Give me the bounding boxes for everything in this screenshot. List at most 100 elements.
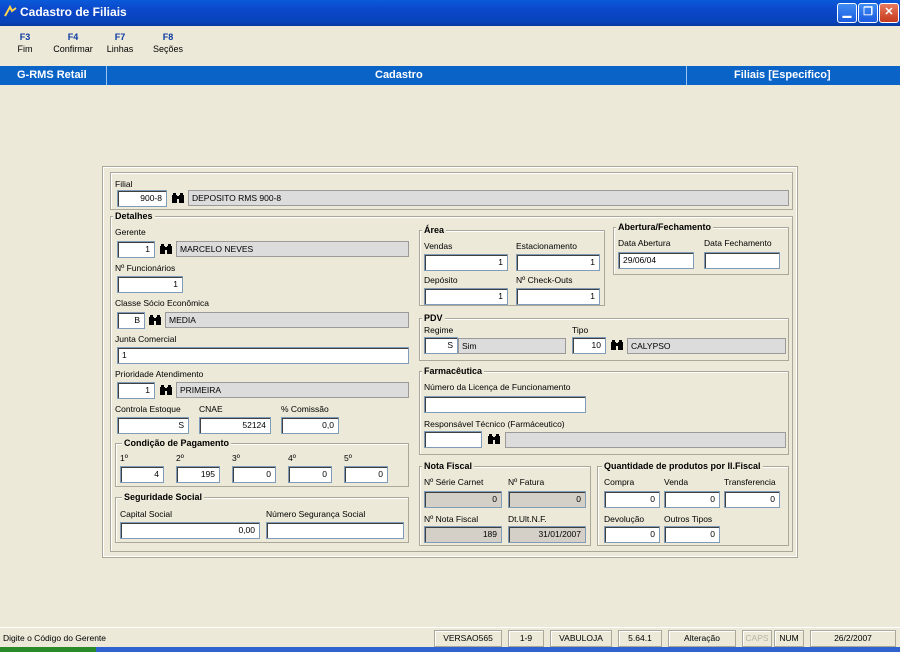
fkey-label: F4 (67, 32, 79, 42)
venda-input[interactable]: 0 (664, 491, 720, 508)
header-bar: G-RMS Retail Cadastro Filiais [Especific… (0, 66, 900, 85)
funcionarios-label: Nº Funcionários (115, 263, 176, 273)
outros-tipos-input[interactable]: 0 (664, 526, 720, 543)
fatura-label: Nº Fatura (508, 477, 545, 487)
responsavel-description (505, 432, 786, 448)
parcela-5-input[interactable]: 0 (344, 466, 388, 483)
section-name: Cadastro (375, 69, 423, 81)
status-range: 1-9 (508, 630, 544, 647)
parcela-3-input[interactable]: 0 (232, 466, 276, 483)
devolucao-input[interactable]: 0 (604, 526, 660, 543)
capital-label: Capital Social (120, 509, 172, 519)
area-estacionamento-input[interactable]: 1 (516, 254, 600, 271)
prioridade-code-input[interactable]: 1 (117, 382, 155, 399)
deposito-label: Depósito (424, 275, 458, 285)
capital-social-input[interactable]: 0,00 (120, 522, 260, 539)
data-fechamento-label: Data Fechamento (704, 238, 772, 248)
estoque-label: Controla Estoque (115, 404, 181, 414)
gerente-code-input[interactable]: 1 (117, 241, 155, 258)
devolucao-label: Devolução (604, 514, 645, 524)
binoculars-search-icon[interactable] (486, 431, 502, 447)
app-icon (4, 4, 17, 18)
fkey-label: F8 (162, 32, 174, 42)
secoes-button[interactable]: F8 Seções (150, 32, 186, 54)
app-name: G-RMS Retail (17, 69, 87, 81)
dt-ult-nf-label: Dt.Ult.N.F. (508, 514, 547, 524)
data-abertura-input[interactable]: 29/06/04 (618, 252, 694, 269)
parcela-2-input[interactable]: 195 (176, 466, 220, 483)
compra-input[interactable]: 0 (604, 491, 660, 508)
regime-code-input[interactable]: S (424, 337, 458, 354)
parcela-label: 2º (176, 453, 184, 463)
responsavel-label: Responsável Técnico (Farmáceutico) (424, 419, 565, 429)
area-group: Área Vendas 1 Estacionamento 1 Depósito … (419, 225, 605, 306)
transferencia-input[interactable]: 0 (724, 491, 780, 508)
gerente-description: MARCELO NEVES (176, 241, 409, 257)
fkey-label: F3 (19, 32, 31, 42)
status-mode: Alteração (668, 630, 736, 647)
vendas-label: Vendas (424, 241, 453, 251)
serie-carnet-label: Nº Série Carnet (424, 477, 484, 487)
restore-icon[interactable]: ❐ (858, 3, 878, 23)
minimize-icon[interactable]: ▁ (837, 3, 857, 23)
data-fechamento-input[interactable] (704, 252, 780, 269)
parcela-1-input[interactable]: 4 (120, 466, 164, 483)
area-vendas-input[interactable]: 1 (424, 254, 508, 271)
detalhes-group: Detalhes Gerente 1 MARCELO NEVES Nº Func… (110, 211, 793, 552)
checkouts-input[interactable]: 1 (516, 288, 600, 305)
compra-label: Compra (604, 477, 635, 487)
main-form-panel: Filial 900-8 DEPOSITO RMS 900-8 Detalhes… (102, 166, 798, 558)
licenca-input[interactable] (424, 396, 586, 413)
farmaceutica-group: Farmacêutica Número da Licença de Funcio… (419, 366, 789, 455)
prioridade-description: PRIMEIRA (176, 382, 409, 398)
data-abertura-label: Data Abertura (618, 238, 671, 248)
linhas-button[interactable]: F7 Linhas (102, 32, 138, 54)
tipo-code-input[interactable]: 10 (572, 337, 606, 354)
confirmar-button[interactable]: F4 Confirmar (50, 32, 96, 54)
parcela-4-input[interactable]: 0 (288, 466, 332, 483)
cnae-input[interactable]: 52124 (199, 417, 271, 434)
comissao-input[interactable]: 0,0 (281, 417, 339, 434)
responsavel-code-input[interactable] (424, 431, 482, 448)
status-version: VERSAO565 (434, 630, 502, 647)
binoculars-search-icon[interactable] (170, 190, 186, 206)
junta-comercial-input[interactable]: 1 (117, 347, 409, 364)
checkouts-label: Nº Check-Outs (516, 275, 573, 285)
pdv-title: PDV (422, 313, 445, 323)
gerente-label: Gerente (115, 227, 146, 237)
numero-seguranca-input[interactable] (266, 522, 404, 539)
nota-fiscal-group: Nota Fiscal Nº Série Carnet 0 Nº Fatura … (419, 461, 591, 546)
venda-label: Venda (664, 477, 689, 487)
nota-fiscal-title: Nota Fiscal (422, 461, 475, 471)
divider (686, 66, 687, 85)
funcionarios-input[interactable]: 1 (117, 276, 183, 293)
estoque-input[interactable]: S (117, 417, 189, 434)
parcela-label: 5º (344, 453, 352, 463)
fim-button[interactable]: F3 Fim (10, 32, 40, 54)
regime-label: Regime (424, 325, 454, 335)
area-deposito-input[interactable]: 1 (424, 288, 508, 305)
parcela-label: 1º (120, 453, 128, 463)
binoculars-search-icon[interactable] (158, 382, 174, 398)
filial-group: Filial 900-8 DEPOSITO RMS 900-8 (110, 172, 793, 210)
classe-code-input[interactable]: B (117, 312, 145, 329)
status-build: 5.64.1 (618, 630, 662, 647)
filial-code-input[interactable]: 900-8 (117, 190, 167, 207)
pagamento-title: Condição de Pagamento (122, 438, 232, 448)
area-title: Área (422, 225, 447, 235)
fkey-caption: Confirmar (53, 44, 93, 54)
numero-seguranca-label: Número Segurança Social (266, 509, 366, 519)
binoculars-search-icon[interactable] (609, 337, 625, 353)
detalhes-title: Detalhes (113, 211, 155, 221)
pagamento-group: Condição de Pagamento 1º 2º 3º 4º 5º 4 1… (115, 438, 409, 487)
serie-carnet-input: 0 (424, 491, 502, 508)
nota-fiscal-label: Nº Nota Fiscal (424, 514, 479, 524)
tipo-label: Tipo (572, 325, 589, 335)
quantidade-group: Quantidade de produtos por Il.Fiscal Com… (597, 461, 789, 546)
close-icon[interactable]: ✕ (879, 3, 899, 23)
binoculars-search-icon[interactable] (158, 241, 174, 257)
binoculars-search-icon[interactable] (147, 312, 163, 328)
window-title: Cadastro de Filiais (20, 5, 127, 19)
estacionamento-label: Estacionamento (516, 241, 577, 251)
status-bar: Digite o Código do Gerente VERSAO565 1-9… (0, 627, 900, 647)
